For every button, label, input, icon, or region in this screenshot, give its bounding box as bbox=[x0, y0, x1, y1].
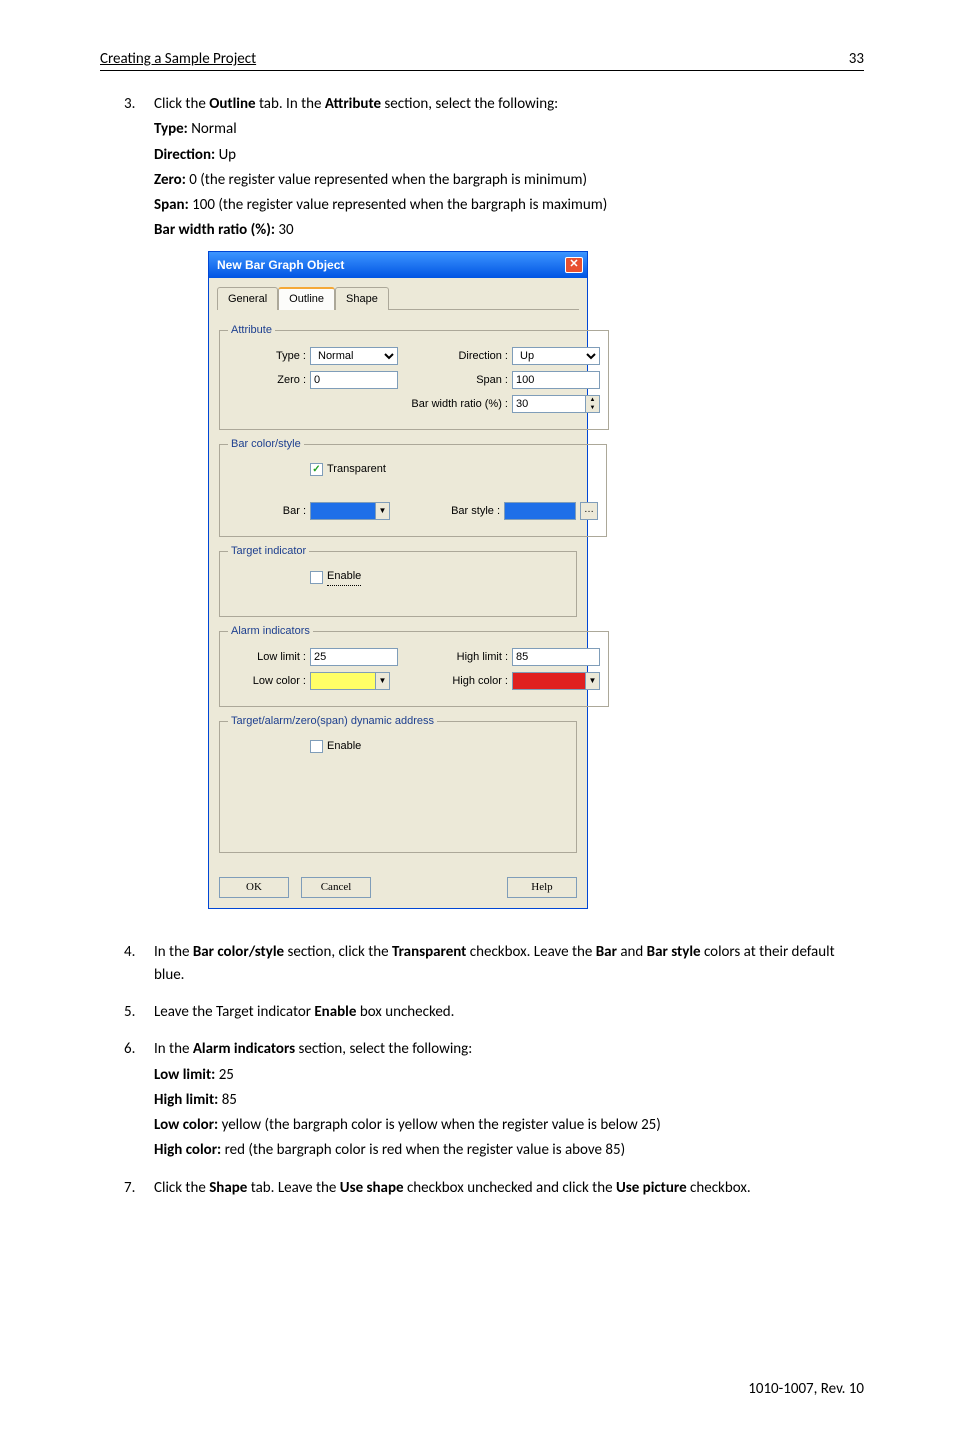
barcolor-legend: Bar color/style bbox=[228, 436, 304, 453]
alarm-group: Alarm indicators Low limit : High limit … bbox=[219, 623, 609, 707]
lowlimit-label: Low limit : bbox=[228, 649, 306, 666]
bwr-input[interactable] bbox=[512, 395, 586, 413]
help-button[interactable]: Help bbox=[507, 877, 577, 898]
barcolor-group: Bar color/style ✓ Transparent bbox=[219, 436, 607, 537]
type-label: Type : bbox=[228, 348, 306, 365]
header-title: Creating a Sample Project bbox=[100, 50, 256, 68]
ellipsis-icon[interactable]: … bbox=[580, 502, 598, 520]
step-3: 3. Click the Outline tab. In the Attribu… bbox=[124, 93, 864, 927]
step-6: 6. In the Alarm indicators section, sele… bbox=[124, 1038, 864, 1162]
step-number: 3. bbox=[124, 93, 154, 927]
bar-label: Bar : bbox=[228, 503, 306, 520]
bar-color-picker[interactable]: ▼ bbox=[310, 502, 390, 520]
tab-outline[interactable]: Outline bbox=[278, 287, 335, 310]
direction-select[interactable]: Up bbox=[512, 347, 600, 365]
highlimit-label: High limit : bbox=[408, 649, 508, 666]
dynamic-legend: Target/alarm/zero(span) dynamic address bbox=[228, 713, 437, 730]
titlebar[interactable]: New Bar Graph Object ✕ bbox=[209, 252, 587, 279]
dynamic-group: Target/alarm/zero(span) dynamic address … bbox=[219, 713, 577, 852]
lowlimit-input[interactable] bbox=[310, 648, 398, 666]
span-label: Span : bbox=[408, 372, 508, 389]
span-input[interactable] bbox=[512, 371, 600, 389]
cancel-button[interactable]: Cancel bbox=[301, 877, 371, 898]
ok-button[interactable]: OK bbox=[219, 877, 289, 898]
highcolor-picker[interactable]: ▼ bbox=[512, 672, 600, 690]
zero-label: Zero : bbox=[228, 372, 306, 389]
spinner-icon[interactable]: ▲▼ bbox=[586, 395, 600, 413]
type-select[interactable]: Normal bbox=[310, 347, 398, 365]
highcolor-label: High color : bbox=[408, 673, 508, 690]
page-number: 33 bbox=[849, 50, 864, 68]
highlimit-input[interactable] bbox=[512, 648, 600, 666]
barstyle-label: Bar style : bbox=[400, 503, 500, 520]
attribute-legend: Attribute bbox=[228, 322, 275, 339]
page-header: Creating a Sample Project 33 bbox=[100, 50, 864, 71]
lowcolor-picker[interactable]: ▼ bbox=[310, 672, 390, 690]
step-7: 7. Click the Shape tab. Leave the Use sh… bbox=[124, 1177, 864, 1200]
page-footer: 1010-1007, Rev. 10 bbox=[100, 1380, 864, 1398]
transparent-checkbox[interactable]: ✓ Transparent bbox=[310, 461, 386, 478]
barstyle-picker[interactable] bbox=[504, 502, 576, 520]
target-group: Target indicator Enable bbox=[219, 543, 577, 617]
zero-input[interactable] bbox=[310, 371, 398, 389]
step-5: 5. Leave the Target indicator Enable box… bbox=[124, 1001, 864, 1024]
close-icon[interactable]: ✕ bbox=[565, 257, 583, 273]
direction-label: Direction : bbox=[408, 348, 508, 365]
tab-general[interactable]: General bbox=[217, 287, 278, 310]
target-enable-checkbox[interactable]: Enable bbox=[310, 568, 361, 586]
dialog-title: New Bar Graph Object bbox=[217, 256, 344, 275]
step-4: 4. In the Bar color/style section, click… bbox=[124, 941, 864, 988]
dynamic-enable-checkbox[interactable]: Enable bbox=[310, 738, 361, 755]
attribute-group: Attribute Type : Normal Direction : Up bbox=[219, 322, 609, 430]
alarm-legend: Alarm indicators bbox=[228, 623, 313, 640]
bwr-label: Bar width ratio (%) : bbox=[408, 396, 508, 413]
lowcolor-label: Low color : bbox=[228, 673, 306, 690]
bar-graph-dialog: New Bar Graph Object ✕ General Outline S… bbox=[208, 251, 588, 909]
tab-shape[interactable]: Shape bbox=[335, 287, 389, 310]
target-legend: Target indicator bbox=[228, 543, 309, 560]
tab-strip: General Outline Shape bbox=[217, 286, 579, 310]
